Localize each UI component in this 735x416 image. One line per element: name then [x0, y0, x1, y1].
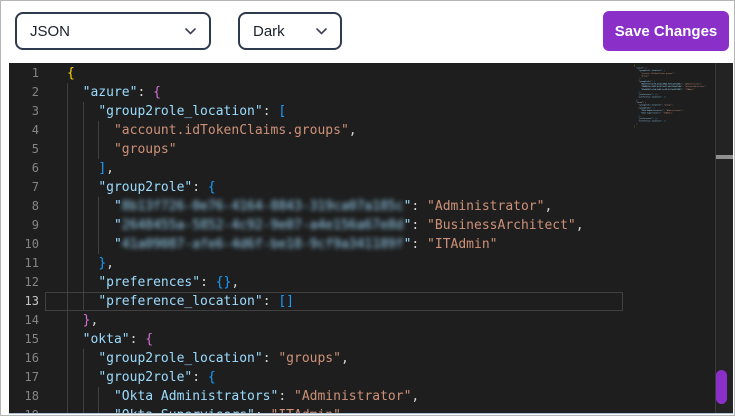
- minimap[interactable]: { "azure": { "group2role_location": [ "a…: [626, 64, 716, 184]
- scrollbar-thumb[interactable]: [716, 370, 727, 404]
- redacted-guid: 8b13f726-0e76-4164-8843-319ca07a185c: [122, 199, 404, 214]
- code-line: "preferences": {},: [9, 273, 715, 292]
- language-select-value: JSON: [30, 23, 185, 40]
- chevron-down-icon: [316, 28, 327, 35]
- indent-guide: [83, 140, 84, 159]
- code-editor[interactable]: 123456789101112131415161718192021222324 …: [9, 63, 733, 413]
- indent-guide: [83, 254, 84, 273]
- scrollbar-marker: [716, 155, 733, 159]
- indent-guide: [98, 387, 99, 406]
- indent-guide: [67, 406, 68, 413]
- indent-guide: [83, 121, 84, 140]
- indent-guide: [67, 216, 68, 235]
- indent-guide: [67, 197, 68, 216]
- indent-guide: [83, 178, 84, 197]
- indent-guide: [67, 387, 68, 406]
- indent-guide: [83, 349, 84, 368]
- code-line: "2648455a-5852-4c92-9e07-a4e156a67e8d": …: [9, 216, 715, 235]
- indent-guide: [67, 235, 68, 254]
- indent-guide: [98, 121, 99, 140]
- indent-guide: [83, 273, 84, 292]
- code-line: },: [9, 311, 715, 330]
- indent-guide: [67, 311, 68, 330]
- indent-guide: [67, 140, 68, 159]
- app-window: JSON Dark Save Changes 12345678910111213…: [0, 0, 735, 416]
- indent-guide: [83, 368, 84, 387]
- code-line: },: [9, 254, 715, 273]
- code-line: "azure": {: [9, 83, 715, 102]
- code-line: "41a09087-afe6-4d6f-be18-9cf9a341189f": …: [9, 235, 715, 254]
- code-line: "group2role": {: [9, 178, 715, 197]
- chevron-down-icon: [185, 28, 196, 35]
- indent-guide: [98, 197, 99, 216]
- redacted-guid: 2648455a-5852-4c92-9e07-a4e156a67e8d: [122, 218, 404, 233]
- indent-guide: [83, 235, 84, 254]
- indent-guide: [67, 368, 68, 387]
- minimap-content: { "azure": { "group2role_location": [ "a…: [626, 64, 716, 128]
- indent-guide: [98, 216, 99, 235]
- theme-select-value: Dark: [253, 23, 316, 40]
- indent-guide: [67, 159, 68, 178]
- indent-guide: [67, 349, 68, 368]
- indent-guide: [83, 387, 84, 406]
- code-line: }: [626, 125, 716, 128]
- code-line: ],: [9, 159, 715, 178]
- indent-guide: [67, 121, 68, 140]
- code-line: "Okta Supervisors": "ITAdmin": [9, 406, 715, 413]
- code-line: {: [9, 64, 715, 83]
- scrollbar-track[interactable]: [716, 63, 733, 413]
- indent-guide: [67, 178, 68, 197]
- code-line: "group2role": {: [9, 368, 715, 387]
- indent-guide: [67, 254, 68, 273]
- indent-guide: [83, 197, 84, 216]
- code-line: "groups": [9, 140, 715, 159]
- code-line: "preference_location": []: [9, 292, 715, 311]
- code-line: "okta": {: [9, 330, 715, 349]
- save-changes-button[interactable]: Save Changes: [603, 11, 729, 51]
- theme-select[interactable]: Dark: [238, 12, 342, 50]
- indent-guide: [83, 102, 84, 121]
- code-line: "group2role_location": "groups",: [9, 349, 715, 368]
- indent-guide: [67, 292, 68, 311]
- code-line: "account.idTokenClaims.groups",: [9, 121, 715, 140]
- language-select[interactable]: JSON: [15, 12, 211, 50]
- indent-guide: [83, 292, 84, 311]
- redacted-guid: 41a09087-afe6-4d6f-be18-9cf9a341189f: [122, 237, 404, 252]
- indent-guide: [67, 330, 68, 349]
- indent-guide: [98, 235, 99, 254]
- indent-guide: [98, 140, 99, 159]
- indent-guide: [83, 406, 84, 413]
- indent-guide: [67, 102, 68, 121]
- code-line: "8b13f726-0e76-4164-8843-319ca07a185c": …: [9, 197, 715, 216]
- indent-guide: [98, 406, 99, 413]
- indent-guide: [83, 159, 84, 178]
- indent-guide: [83, 216, 84, 235]
- indent-guide: [67, 273, 68, 292]
- code-line: "group2role_location": [: [9, 102, 715, 121]
- code-content[interactable]: { "azure": { "group2role_location": [ "a…: [9, 64, 715, 413]
- code-line: "Okta Administrators": "Administrator",: [9, 387, 715, 406]
- indent-guide: [67, 83, 68, 102]
